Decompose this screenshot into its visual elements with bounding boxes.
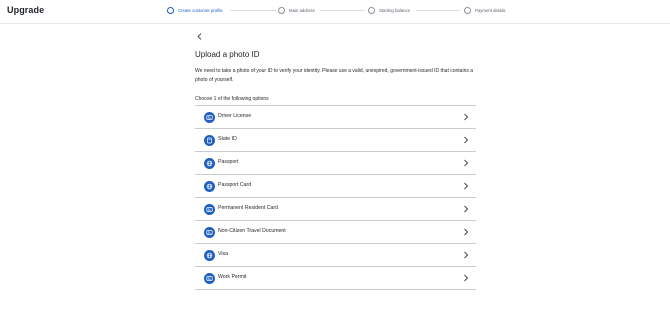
step-starting-balance: Starting balance — [368, 6, 410, 15]
option-permanent-resident-card[interactable]: Permanent Resident Card — [195, 198, 476, 221]
option-label: Passport Card — [218, 182, 252, 188]
step-label: Main address — [289, 8, 315, 13]
chevron-right-icon — [464, 136, 469, 144]
option-label: State ID — [218, 136, 237, 142]
progress-stepper: Create customer profile Main address Sta… — [0, 0, 670, 23]
id-options-list: Driver License State ID Passport Passpor… — [195, 105, 476, 290]
chevron-right-icon — [464, 113, 469, 121]
option-passport[interactable]: Passport — [195, 152, 476, 175]
step-label: Create customer profile — [178, 8, 223, 13]
globe-icon — [204, 157, 215, 169]
option-label: Visa — [218, 251, 228, 257]
option-label: Non-Citizen Travel Document — [218, 228, 286, 234]
step-connector — [416, 10, 460, 11]
chevron-right-icon — [464, 205, 469, 213]
page-title: Upload a photo ID — [195, 50, 260, 59]
globe-icon — [204, 180, 215, 192]
chevron-left-icon — [197, 33, 202, 40]
option-passport-card[interactable]: Passport Card — [195, 175, 476, 198]
option-driver-license[interactable]: Driver License — [195, 106, 476, 129]
step-circle-icon — [368, 7, 375, 14]
chevron-right-icon — [464, 159, 469, 167]
step-payment-details: Payment details — [464, 6, 506, 15]
id-card-icon — [204, 111, 215, 123]
option-visa[interactable]: Visa — [195, 244, 476, 267]
id-card-icon — [204, 272, 215, 284]
step-connector — [320, 10, 365, 11]
chevron-right-icon — [464, 251, 469, 259]
option-work-permit[interactable]: Work Permit — [195, 267, 476, 290]
step-circle-icon — [464, 7, 471, 14]
step-create-customer-profile: Create customer profile — [167, 6, 223, 15]
step-label: Starting balance — [379, 8, 411, 13]
globe-icon — [204, 249, 215, 261]
option-label: Work Permit — [218, 274, 247, 280]
step-circle-icon — [278, 7, 285, 14]
id-card-icon — [204, 203, 215, 215]
page-description: We need to take a photo of your ID to ve… — [195, 68, 474, 83]
badge-icon — [204, 134, 215, 146]
step-connector — [230, 10, 276, 11]
option-state-id[interactable]: State ID — [195, 129, 476, 152]
chevron-right-icon — [464, 274, 469, 282]
step-active-circle-icon — [167, 7, 174, 14]
options-heading: Choose 1 of the following options — [195, 96, 269, 102]
id-card-icon — [204, 226, 215, 238]
chevron-right-icon — [464, 228, 469, 236]
option-label: Permanent Resident Card — [218, 205, 278, 211]
option-non-citizen-travel-document[interactable]: Non-Citizen Travel Document — [195, 221, 476, 244]
chevron-right-icon — [464, 182, 469, 190]
step-label: Payment details — [475, 8, 506, 13]
option-label: Driver License — [218, 113, 252, 119]
step-main-address: Main address — [278, 6, 315, 15]
top-bar: Upgrade Create customer profile Main add… — [0, 0, 670, 24]
back-button[interactable] — [195, 32, 204, 41]
option-label: Passport — [218, 159, 239, 165]
